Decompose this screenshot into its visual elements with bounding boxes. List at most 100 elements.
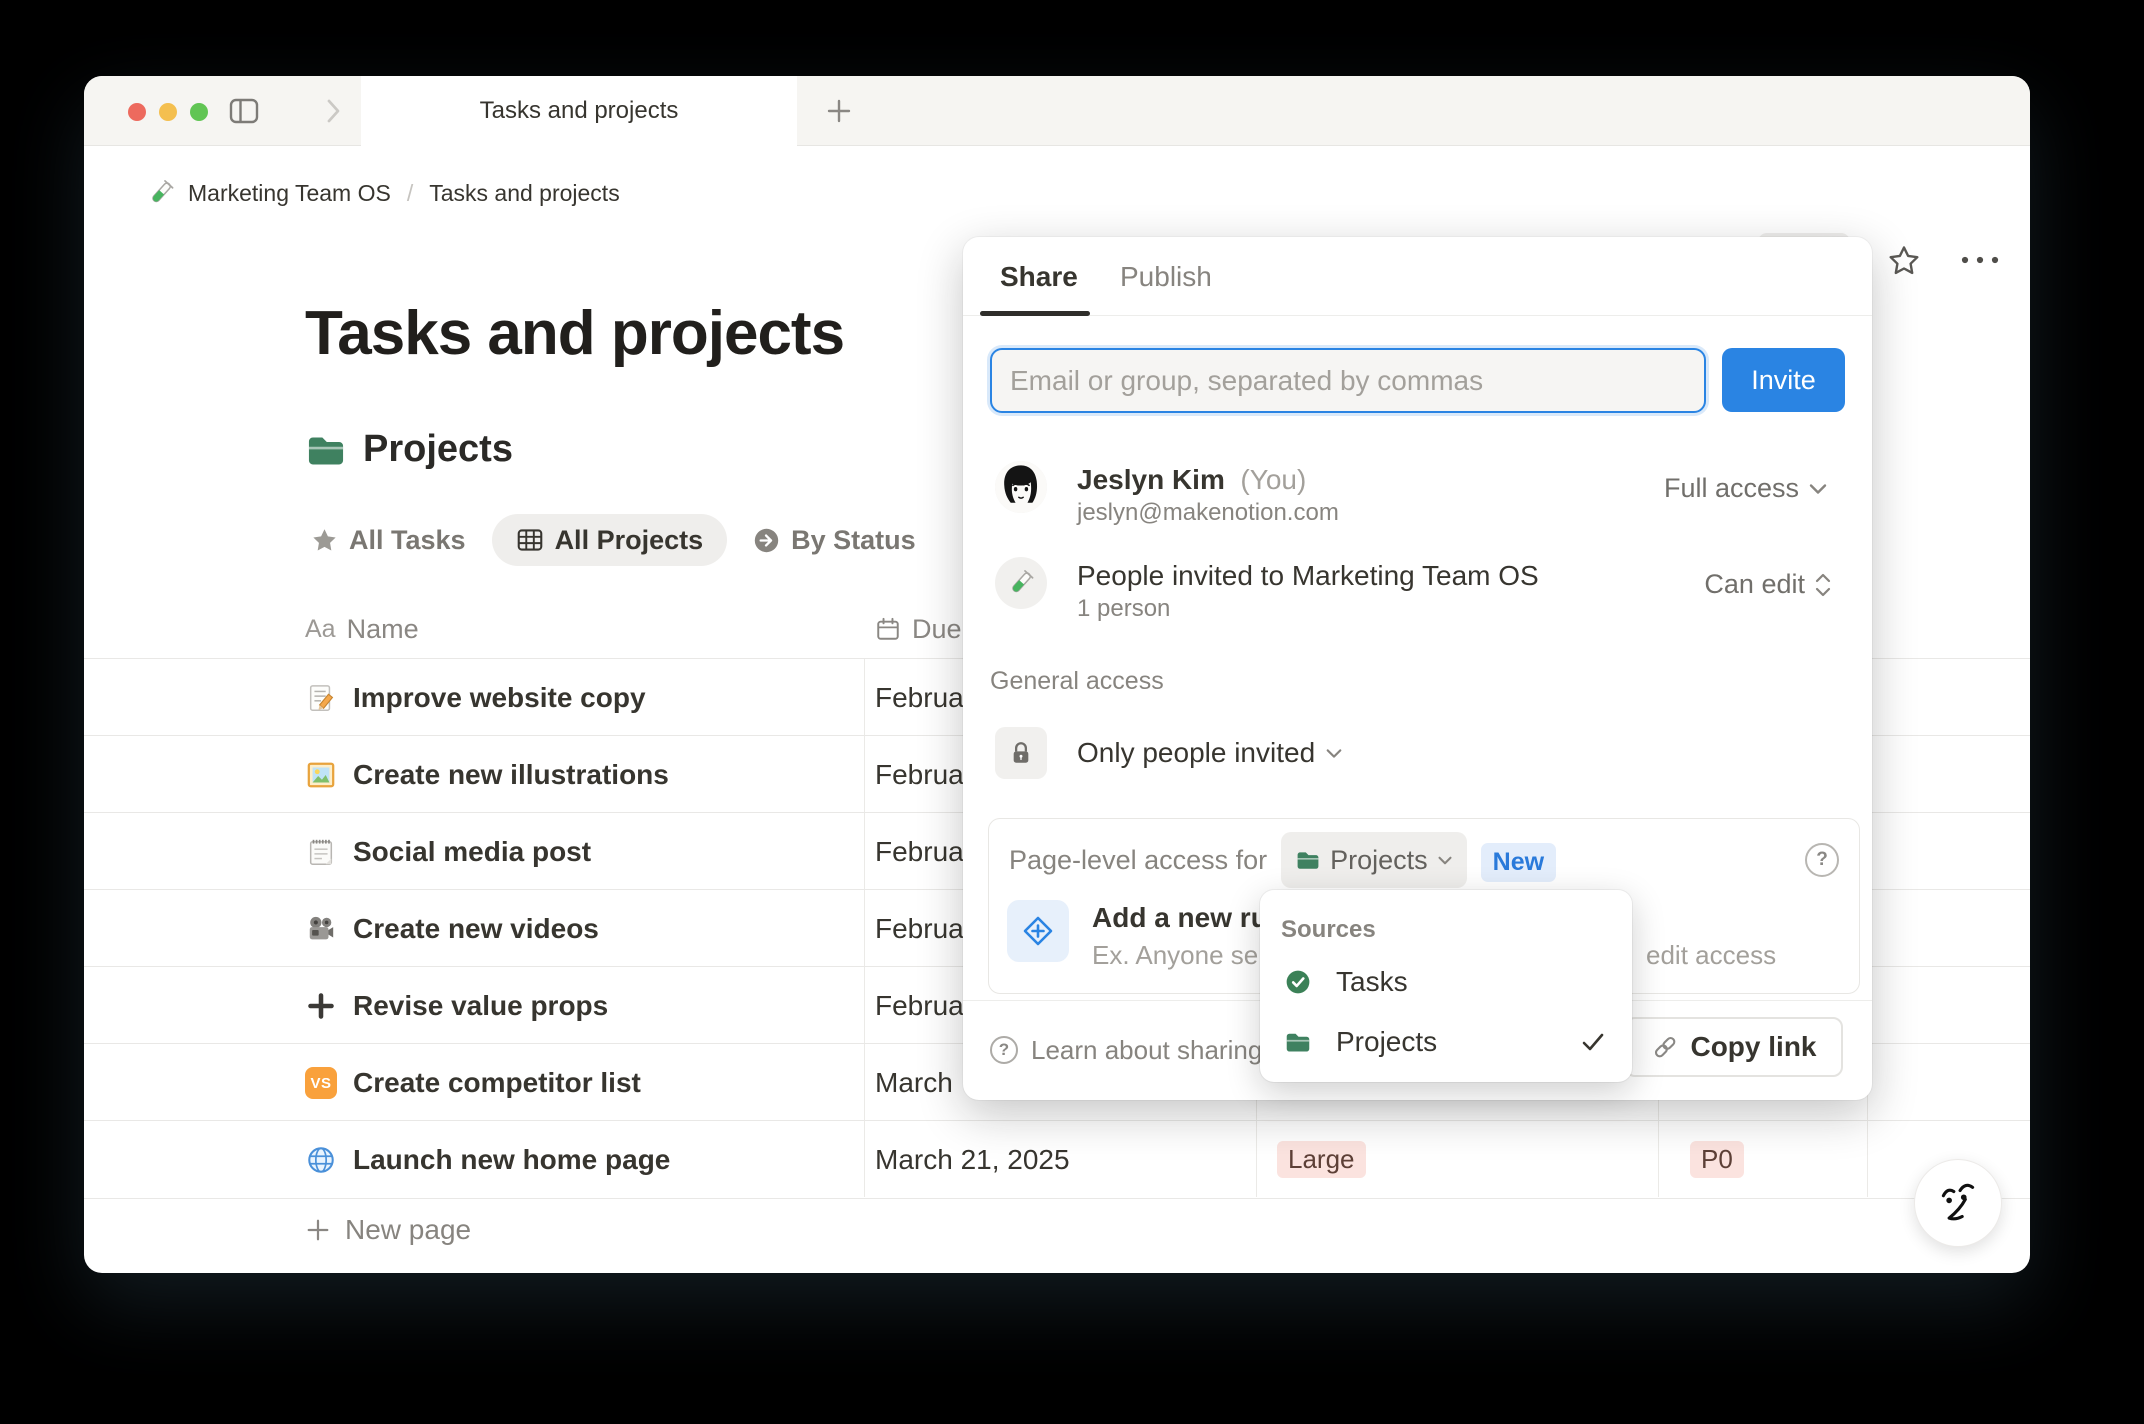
notion-ai-button[interactable]	[1914, 1159, 2002, 1247]
close-window-button[interactable]	[128, 103, 146, 121]
group-meta: 1 person	[1077, 595, 1171, 622]
arrow-circle-icon	[753, 527, 780, 554]
help-icon[interactable]: ?	[1805, 843, 1839, 877]
tab-tasks-and-projects[interactable]: Tasks and projects	[361, 76, 797, 146]
breadcrumb-page[interactable]: Tasks and projects	[429, 180, 619, 207]
check-circle-icon	[1284, 968, 1312, 996]
app-window: Tasks and projects Marketing Team OS / T…	[84, 76, 2030, 1273]
notepad-icon	[305, 836, 337, 868]
plus-icon	[307, 1219, 329, 1241]
zoom-window-button[interactable]	[190, 103, 208, 121]
new-page-label: New page	[345, 1214, 472, 1245]
learn-about-sharing-link[interactable]: ? Learn about sharing	[990, 1028, 1262, 1072]
access-dropdown-full-access[interactable]: Full access	[1664, 473, 1828, 504]
lock-icon	[995, 727, 1047, 779]
menu-item-projects[interactable]: Projects	[1260, 1014, 1632, 1070]
sidebar-toggle-icon[interactable]	[227, 95, 261, 127]
new-page-button[interactable]: New page	[84, 1198, 2030, 1261]
link-icon	[1655, 1036, 1676, 1058]
view-tab-label: All Tasks	[349, 524, 466, 555]
folder-icon	[1297, 852, 1319, 869]
invite-button[interactable]: Invite	[1722, 348, 1845, 412]
tab-bar: Tasks and projects	[84, 76, 2030, 146]
row-due-date: Februa	[875, 835, 964, 867]
new-tab-button[interactable]	[822, 95, 856, 127]
page-title: Tasks and projects	[305, 299, 845, 368]
workspace-avatar	[995, 557, 1047, 609]
question-circle-icon: ?	[990, 1036, 1018, 1064]
row-due-date: Februa	[875, 681, 964, 713]
row-title: Improve website copy	[353, 681, 646, 713]
access-dropdown-can-edit[interactable]: Can edit	[1704, 569, 1832, 600]
vs-icon: VS	[305, 1067, 337, 1099]
memo-icon	[305, 682, 337, 714]
back-icon[interactable]	[276, 95, 306, 127]
test-tube-icon	[1012, 570, 1034, 593]
sources-menu-title: Sources	[1281, 916, 1376, 943]
size-badge[interactable]: Large	[1277, 1141, 1366, 1178]
row-title: Create new illustrations	[353, 758, 669, 790]
priority-badge[interactable]: P0	[1690, 1141, 1744, 1178]
column-header-name[interactable]: Aa Name	[305, 600, 419, 658]
calendar-icon	[875, 616, 901, 642]
row-title: Revise value props	[353, 989, 609, 1021]
active-tab-underline	[980, 311, 1090, 316]
breadcrumb-separator: /	[406, 179, 414, 206]
row-due-date: March 21, 2025	[875, 1143, 1070, 1175]
row-due-date: Februa	[875, 989, 964, 1021]
row-due-date: Februa	[875, 758, 964, 790]
star-icon[interactable]	[1885, 242, 1923, 278]
checkmark-icon	[1580, 1029, 1606, 1055]
row-due-date: March	[875, 1066, 953, 1098]
add-rule-icon	[1007, 900, 1069, 962]
row-title: Create new videos	[353, 912, 599, 944]
row-title: Social media post	[353, 835, 592, 867]
minimize-window-button[interactable]	[159, 103, 177, 121]
tab-share[interactable]: Share	[1000, 261, 1078, 293]
framed-picture-icon	[305, 759, 337, 791]
menu-item-tasks[interactable]: Tasks	[1260, 954, 1632, 1010]
view-tabs: All Tasks All Projects By Status	[305, 513, 922, 567]
page-level-prefix: Page-level access for	[1009, 844, 1268, 875]
collection-title: Projects	[363, 428, 513, 470]
add-rule-hint: Ex. Anyone sel	[1092, 940, 1264, 970]
member-name: Jeslyn Kim (You)	[1077, 464, 1307, 495]
add-rule-hint-tail: edit access	[1646, 940, 1777, 970]
globe-icon	[305, 1144, 337, 1176]
desktop-background: Tasks and projects Marketing Team OS / T…	[0, 0, 2144, 1424]
view-tab-label: By Status	[791, 524, 916, 555]
tab-all-tasks[interactable]: All Tasks	[305, 514, 472, 566]
source-selector-dropdown[interactable]: Projects	[1281, 832, 1467, 888]
forward-icon[interactable]	[318, 95, 348, 127]
general-access-label: General access	[990, 667, 1164, 695]
breadcrumb-workspace[interactable]: Marketing Team OS	[188, 180, 391, 207]
chevron-down-icon	[1438, 856, 1452, 864]
page-header: Marketing Team OS / Tasks and projects S…	[84, 146, 2030, 283]
general-access-dropdown[interactable]: Only people invited	[1077, 727, 1343, 779]
copy-link-button[interactable]: Copy link	[1625, 1017, 1843, 1077]
star-filled-icon	[311, 527, 338, 553]
tab-by-status[interactable]: By Status	[747, 514, 922, 566]
chevron-up-down-icon	[1815, 573, 1831, 596]
test-tube-icon	[146, 178, 176, 208]
tab-publish[interactable]: Publish	[1120, 261, 1212, 293]
chevron-down-icon	[1809, 483, 1827, 494]
table-icon	[516, 527, 544, 553]
folder-icon	[1284, 1028, 1312, 1056]
folder-icon	[305, 430, 347, 470]
notion-face-icon	[1941, 1183, 1975, 1221]
sources-menu: Sources Tasks Projects	[1260, 890, 1632, 1082]
table-row[interactable]: Launch new home page March 21, 2025 Larg…	[84, 1120, 2030, 1198]
tab-all-projects[interactable]: All Projects	[491, 514, 728, 566]
text-property-icon: Aa	[305, 614, 336, 643]
new-badge: New	[1480, 842, 1557, 882]
row-title: Launch new home page	[353, 1143, 671, 1175]
view-tab-label: All Projects	[554, 524, 704, 555]
collection-heading: Projects	[305, 428, 513, 471]
row-due-date: Februa	[875, 912, 964, 944]
member-email: jeslyn@makenotion.com	[1077, 499, 1339, 526]
ellipsis-icon[interactable]	[1958, 242, 2002, 278]
breadcrumb: Marketing Team OS / Tasks and projects	[146, 146, 620, 240]
page-level-access-row: Page-level access for Projects New	[1009, 825, 1557, 888]
invite-email-input[interactable]	[990, 348, 1706, 413]
